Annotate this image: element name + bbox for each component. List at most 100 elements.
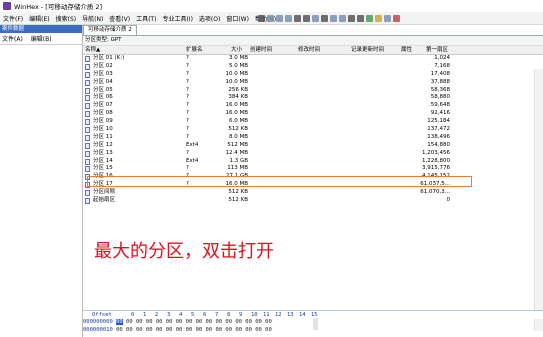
table-row[interactable]: 分区 06? 384 KB 58,880 — [83, 94, 543, 102]
case-menu-edit[interactable]: 编辑(B) — [31, 34, 52, 43]
partition-extension: ? — [186, 149, 189, 156]
copy-icon[interactable] — [276, 14, 283, 22]
menu-item-0[interactable]: 文件(F) — [0, 14, 26, 23]
menu-item-5[interactable]: 工具(T) — [133, 14, 159, 23]
hex-row-bytes[interactable]: 00 00 00 00 00 00 00 00 00 00 00 00 00 0… — [116, 327, 272, 333]
case-menu-file[interactable]: 文件(A) — [2, 34, 23, 43]
back-icon[interactable] — [258, 14, 265, 22]
partition-size: 512 KB — [228, 189, 248, 196]
partition-first-sector: 138,496 — [427, 133, 450, 140]
table-row[interactable]: 分区 11? 8.0 MB 138,496 — [83, 134, 543, 142]
hex-cursor-byte[interactable]: 00 — [116, 319, 123, 325]
table-row[interactable]: 分区 12 Ext4 512 MB 154,880 — [83, 142, 543, 150]
column-record-updated[interactable]: 记录更新时间 — [351, 46, 384, 54]
menu-item-1[interactable]: 编辑(E) — [26, 14, 52, 23]
hex-column-1: 1 — [143, 312, 147, 318]
tab-removable-media-2[interactable]: 可移动存储介质 2 — [83, 25, 137, 35]
partition-size: 12.4 MB — [225, 149, 248, 156]
hex-column-8: 8 — [227, 312, 231, 318]
partition-first-sector: 137,472 — [427, 126, 450, 133]
table-row[interactable]: 分区 10? 512 KB 137,472 — [83, 126, 543, 134]
table-row[interactable]: 起始扇区 512 KB 0 — [83, 197, 543, 205]
menu-item-8[interactable]: 窗口(W) — [223, 14, 252, 23]
table-row[interactable]: 分区 09? 6.0 MB 125,184 — [83, 118, 543, 126]
hex-scrollbar[interactable] — [313, 318, 318, 330]
table-row[interactable]: 分区 04? 10.0 MB 37,888 — [83, 79, 543, 87]
refresh-icon[interactable] — [384, 14, 391, 22]
hex-column-2: 2 — [155, 312, 159, 318]
calculator-icon[interactable] — [375, 14, 382, 22]
table-row[interactable]: 分区 05? 256 KB 58,368 — [83, 87, 543, 95]
table-row[interactable]: 分区 02? 5.0 MB 7,168 — [83, 63, 543, 71]
partition-icon — [85, 95, 90, 102]
partition-extension: ? — [186, 102, 189, 109]
table-row[interactable]: 分区 08? 16.0 MB 92,416 — [83, 110, 543, 118]
menu-item-3[interactable]: 导航(N) — [79, 14, 106, 23]
hash-icon[interactable] — [366, 14, 373, 22]
sector-icon[interactable] — [348, 14, 355, 22]
partition-size: 16.0 MB — [225, 110, 248, 117]
largest-partition-highlight-box — [87, 176, 472, 187]
column-first-sector[interactable]: 第一扇区 — [426, 46, 448, 54]
partition-size: 113 MB — [227, 165, 248, 172]
arrow-left-icon[interactable] — [339, 14, 346, 22]
partition-type-label: 分区类型: GPT — [83, 36, 543, 46]
arrow-right-icon[interactable] — [330, 14, 337, 22]
column-name[interactable]: 名称▲ — [85, 46, 100, 54]
column-size[interactable]: 大小 — [231, 46, 242, 54]
column-modified[interactable]: 修改时间 — [298, 46, 320, 54]
partition-size: 384 KB — [228, 94, 248, 101]
replace-icon[interactable] — [312, 14, 319, 22]
pen-icon[interactable] — [393, 14, 400, 22]
partition-icon — [85, 56, 90, 62]
vertical-scrollbar[interactable] — [534, 69, 543, 331]
hex-column-13: 13 — [287, 312, 294, 318]
find-hex-icon[interactable] — [303, 14, 310, 22]
table-row[interactable]: 分区 15? 113 MB 3,915,776 — [83, 165, 543, 173]
menu-item-7[interactable]: 选项(O) — [196, 14, 223, 23]
menu-item-2[interactable]: 搜索(S) — [53, 14, 80, 23]
menu-item-6[interactable]: 专业工具(I) — [159, 14, 195, 23]
goto-offset-icon[interactable] — [321, 14, 328, 22]
hex-column-5: 5 — [191, 312, 195, 318]
case-data-header: 案件数据 — [0, 25, 82, 33]
table-row[interactable]: 分区 13? 12.4 MB 1,203,456 — [83, 150, 543, 158]
hex-row-bytes[interactable]: 00 00 00 00 00 00 00 00 00 00 00 00 00 0… — [126, 319, 272, 325]
table-row[interactable]: 分区 01 (K:)? 3.0 MB 1,024 — [83, 55, 543, 63]
partition-icon — [85, 158, 90, 165]
partition-icon — [85, 166, 90, 173]
disk-icon[interactable] — [357, 14, 364, 22]
table-row[interactable]: 分区 03? 10.0 MB 17,408 — [83, 71, 543, 79]
partition-first-sector: 17,408 — [430, 70, 450, 77]
column-extension[interactable]: 扩展名 — [186, 46, 203, 54]
column-attributes[interactable]: 属性 — [401, 46, 412, 54]
forward-icon[interactable] — [267, 14, 274, 22]
binoculars-icon[interactable] — [294, 14, 301, 22]
column-created[interactable]: 创建时间 — [250, 46, 272, 54]
partition-icon — [85, 142, 90, 149]
partition-name: 分区 10 — [93, 126, 113, 133]
partition-name: 分区间隙 — [93, 189, 116, 196]
partition-extension: Ext4 — [186, 157, 199, 164]
partition-first-sector: 125,184 — [427, 118, 450, 125]
partition-first-sector: 37,888 — [430, 78, 450, 85]
partition-extension: ? — [186, 110, 189, 117]
partition-size: 10.0 MB — [225, 78, 248, 85]
partition-size: 16.0 MB — [225, 102, 248, 109]
table-row[interactable]: 分区 14 Ext4 1.3 GB 1,228,800 — [83, 158, 543, 166]
hex-column-14: 14 — [299, 312, 306, 318]
hex-column-10: 10 — [251, 312, 258, 318]
hex-column-7: 7 — [215, 312, 219, 318]
hex-row-offset: 000000010 — [83, 327, 113, 333]
partition-extension: ? — [186, 165, 189, 172]
case-data-pane: 案件数据 文件(A) 编辑(B) — [0, 25, 83, 337]
partition-name: 分区 08 — [93, 110, 113, 117]
partition-icon — [85, 71, 90, 78]
paste-icon[interactable] — [285, 14, 292, 22]
partition-extension: ? — [186, 126, 189, 133]
table-row[interactable]: 分区间隙 512 KB 61,070,3... — [83, 189, 543, 197]
table-row[interactable]: 分区 07? 16.0 MB 59,648 — [83, 102, 543, 110]
partition-first-sector: 3,915,776 — [422, 165, 450, 172]
partition-name: 分区 09 — [93, 118, 113, 125]
menu-item-4[interactable]: 查看(V) — [106, 14, 133, 23]
